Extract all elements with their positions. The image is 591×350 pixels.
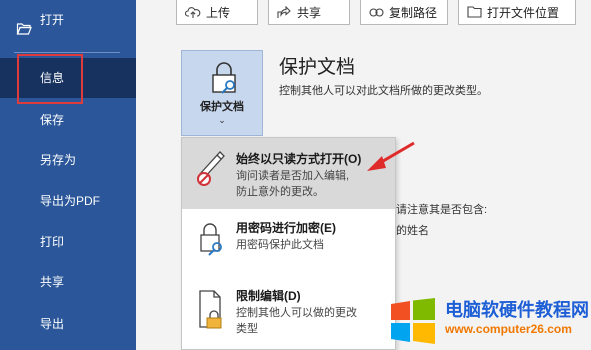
copy-path-button[interactable]: 复制路径: [360, 0, 448, 25]
lock-key-icon: [212, 62, 236, 94]
sidebar-item-print[interactable]: 打印: [0, 222, 136, 262]
sidebar-item-save-as[interactable]: 另存为: [0, 140, 136, 180]
share-button[interactable]: 共享: [268, 0, 350, 25]
cloud-upload-icon: [185, 6, 201, 18]
sidebar-item-label: 打印: [40, 235, 65, 249]
sidebar-item-share[interactable]: 共享: [0, 262, 136, 302]
sidebar-item-label: 另存为: [40, 153, 77, 167]
protect-section-description: 控制其他人可以对此文档所做的更改类型。: [279, 85, 488, 97]
protect-tile-label: 保护文档: [200, 101, 244, 113]
sidebar-item-label: 保存: [40, 113, 65, 127]
folder-open-icon: [16, 12, 32, 52]
inspect-text-partial: 请注意其是否包含:: [396, 204, 488, 216]
watermark-url: www.computer26.com: [445, 322, 572, 336]
document-lock-icon: [199, 290, 222, 329]
pencil-no-edit-icon: [197, 151, 225, 186]
watermark: 电脑软硬件教程网 www.computer26.com: [385, 292, 591, 350]
open-file-location-button[interactable]: 打开文件位置: [458, 0, 576, 25]
sidebar-item-label: 共享: [40, 275, 65, 289]
sidebar-item-export-pdf[interactable]: 导出为PDF: [0, 181, 136, 221]
windows-logo-icon: [391, 298, 435, 344]
red-arrow-annotation: [367, 141, 415, 171]
backstage-sidebar: 打开 信息 保存 另存为 导出为PDF 打印 共享 导出: [0, 0, 136, 350]
inspect-text-partial-2: 的姓名: [396, 225, 429, 237]
sidebar-item-label: 打开: [40, 13, 65, 27]
share-arrow-icon: [277, 5, 291, 18]
menu-item-restrict-editing[interactable]: 限制编辑(D) 控制其他人可以做的更改 类型: [182, 277, 395, 349]
folder-icon: [467, 6, 482, 18]
menu-item-desc-line: 控制其他人可以做的更改: [236, 307, 357, 319]
menu-item-desc-line: 类型: [236, 323, 258, 335]
menu-item-description: 用密码保护此文档: [236, 237, 386, 253]
menu-item-description: 控制其他人可以做的更改 类型: [236, 305, 386, 337]
copy-path-label: 复制路径: [389, 5, 438, 20]
open-location-label: 打开文件位置: [487, 5, 560, 20]
protect-document-button[interactable]: 保护文档 ⌄: [181, 50, 263, 136]
menu-item-title: 用密码进行加密(E): [236, 221, 336, 235]
menu-item-desc-line: 用密码保护此文档: [236, 239, 324, 251]
menu-item-title: 限制编辑(D): [236, 289, 301, 303]
sidebar-item-save[interactable]: 保存: [0, 100, 136, 140]
upload-button[interactable]: 上传: [176, 0, 258, 25]
chevron-down-icon: ⌄: [218, 115, 226, 125]
menu-item-encrypt-with-password[interactable]: 用密码进行加密(E) 用密码保护此文档: [182, 209, 395, 277]
sidebar-item-label: 导出: [40, 317, 65, 331]
lock-key-icon: [200, 223, 222, 256]
highlight-box: [17, 54, 83, 104]
sidebar-divider: [14, 52, 120, 53]
protect-section-title: 保护文档: [279, 57, 356, 78]
sidebar-item-label: 导出为PDF: [40, 194, 101, 208]
link-icon: [369, 7, 384, 17]
watermark-title: 电脑软硬件教程网: [445, 300, 589, 320]
sidebar-item-export[interactable]: 导出: [0, 304, 136, 344]
upload-label: 上传: [206, 5, 231, 20]
share-label: 共享: [297, 5, 322, 20]
menu-item-desc-line: 防止意外的更改。: [236, 186, 324, 198]
menu-item-title: 始终以只读方式打开(O): [236, 152, 362, 166]
sidebar-item-open[interactable]: 打开: [0, 0, 136, 40]
